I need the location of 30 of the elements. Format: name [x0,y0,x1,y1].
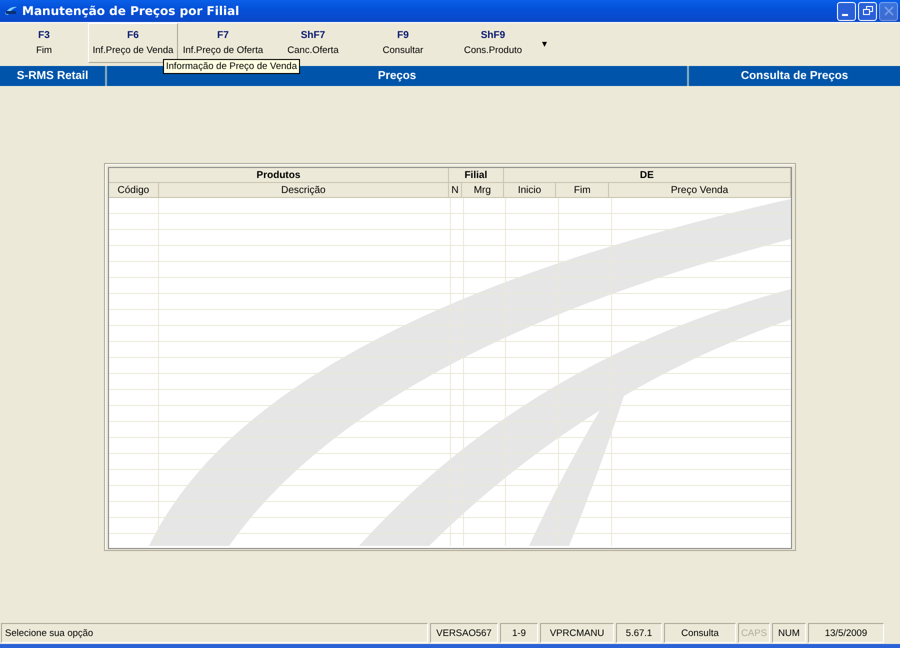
restore-button[interactable] [858,2,877,20]
status-panel: 1-9 [500,623,538,643]
window-title: Manutenção de Preços por Filial [22,4,240,18]
app-logo-icon [4,5,18,17]
minimize-icon [842,14,848,16]
minimize-button[interactable] [837,2,856,20]
status-panel: 13/5/2009 [808,623,884,643]
restore-icon [862,6,872,16]
status-panel: Consulta [664,623,736,643]
column-header[interactable]: Preço Venda [609,183,791,198]
column-header[interactable]: Descrição [158,183,449,198]
status-panel: VPRCMANU [540,623,614,643]
toolbar-button[interactable]: F3 Fim [0,23,88,63]
column-header[interactable]: Inicio [504,183,556,198]
status-panel: NUM [772,623,806,643]
column-header[interactable]: Mrg [462,183,504,198]
status-panel: 5.67.1 [616,623,662,643]
toolbar-button[interactable]: F6 Inf.Preço de Venda [88,23,178,63]
toolbar-button[interactable]: ShF9 Cons.Produto [448,23,538,63]
app-name-label: S-RMS Retail [0,66,107,86]
toolbar-button[interactable]: F9 Consultar [358,23,448,63]
status-panel: VERSAO567 [430,623,498,643]
mode-label: Consulta de Preços [740,69,850,84]
column-header[interactable]: Código [109,183,159,198]
tooltip: Informação de Preço de Venda [163,59,300,74]
close-icon [884,6,894,16]
status-panel: CAPS [738,623,770,643]
status-message: Selecione sua opção [1,623,428,643]
column-header[interactable]: Fim [556,183,610,198]
column-header[interactable]: N [449,183,462,198]
